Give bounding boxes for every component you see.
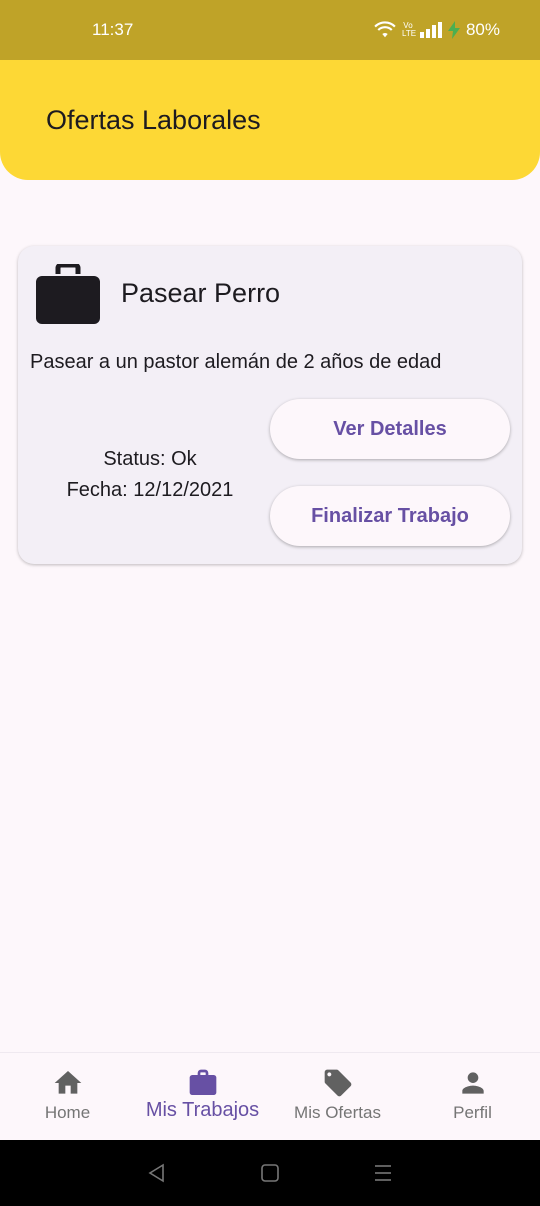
- page-title: Ofertas Laborales: [46, 104, 261, 135]
- home-icon: [54, 1071, 81, 1094]
- bottom-navigation: Home Mis Trabajos Mis Ofertas Perfil: [0, 1052, 540, 1140]
- nav-label-home: Home: [44, 1103, 91, 1122]
- finish-job-button[interactable]: Finalizar Trabajo: [270, 486, 510, 546]
- nav-label-mis-trabajos: Mis Trabajos: [145, 1099, 260, 1121]
- battery-percent: 80%: [465, 20, 500, 39]
- network-type-label: Vo LTE: [401, 21, 417, 38]
- job-title: Pasear Perro: [121, 278, 281, 308]
- back-icon[interactable]: [147, 1163, 167, 1183]
- nav-item-perfil[interactable]: Perfil: [405, 1053, 540, 1140]
- status-bar: 11:37 Vo LTE 80%: [0, 0, 540, 60]
- job-info: Status: Ok Fecha: 12/12/2021: [38, 444, 262, 506]
- person-icon: [461, 1072, 484, 1094]
- nav-item-home[interactable]: Home: [0, 1053, 135, 1140]
- status-icons: Vo LTE 80%: [374, 20, 500, 40]
- job-description: Pasear a un pastor alemán de 2 años de e…: [30, 351, 442, 373]
- nav-label-mis-ofertas: Mis Ofertas: [294, 1103, 381, 1122]
- app-bar: Ofertas Laborales: [0, 60, 540, 180]
- job-status: Status: Ok: [103, 448, 197, 470]
- signal-icon: [419, 22, 442, 38]
- wifi-icon: [374, 21, 396, 38]
- briefcase-icon: [36, 264, 100, 324]
- nav-item-mis-ofertas[interactable]: Mis Ofertas: [270, 1053, 405, 1140]
- job-date: Fecha: 12/12/2021: [66, 479, 234, 501]
- job-card: Pasear Perro Pasear a un pastor alemán d…: [18, 246, 522, 564]
- nav-item-mis-trabajos[interactable]: Mis Trabajos: [135, 1053, 270, 1140]
- briefcase-icon: [189, 1069, 216, 1095]
- view-details-button[interactable]: Ver Detalles: [270, 399, 510, 459]
- charging-icon: [447, 21, 460, 39]
- tag-icon: [324, 1069, 351, 1097]
- recents-menu-icon[interactable]: [373, 1163, 393, 1183]
- status-time: 11:37: [92, 20, 134, 39]
- nav-label-perfil: Perfil: [453, 1103, 492, 1122]
- home-button-icon[interactable]: [260, 1163, 280, 1183]
- system-navigation-bar: [0, 1140, 540, 1206]
